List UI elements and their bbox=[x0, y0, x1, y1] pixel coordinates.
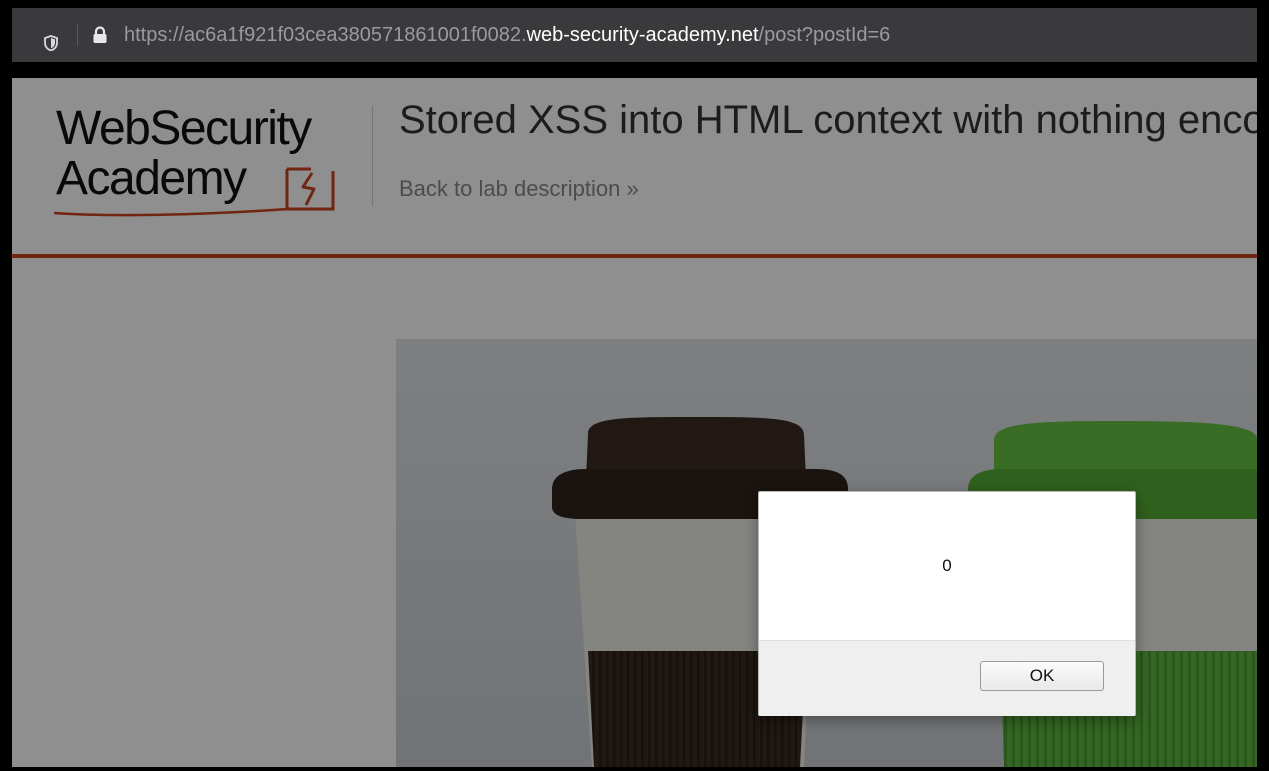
alert-dialog-footer: OK bbox=[759, 640, 1135, 716]
url-text[interactable]: https://ac6a1f921f03cea380571861001f0082… bbox=[124, 24, 890, 46]
url-prefix: https://ac6a1f921f03cea380571861001f0082… bbox=[124, 24, 527, 46]
ok-button[interactable]: OK bbox=[980, 661, 1104, 691]
url-path: /post?postId=6 bbox=[758, 24, 891, 46]
browser-url-bar[interactable]: https://ac6a1f921f03cea380571861001f0082… bbox=[12, 8, 1257, 62]
lock-icon[interactable] bbox=[92, 26, 108, 49]
alert-message: 0 bbox=[942, 556, 952, 575]
alert-dialog: 0 OK bbox=[758, 491, 1136, 716]
url-bar-divider bbox=[77, 24, 78, 46]
tracking-protection-shield-icon[interactable] bbox=[44, 35, 58, 56]
url-host: web-security-academy.net bbox=[526, 24, 759, 46]
